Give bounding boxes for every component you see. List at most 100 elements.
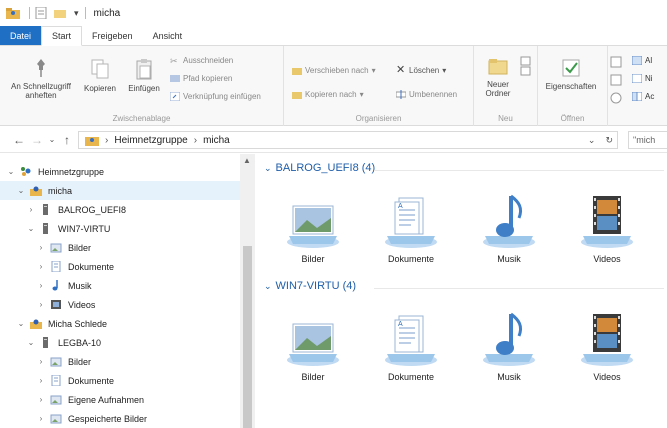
nav-tree-item[interactable]: › Musik bbox=[0, 276, 92, 295]
nav-tree-label: Videos bbox=[68, 299, 96, 310]
copy-button[interactable]: Kopieren bbox=[80, 58, 120, 93]
delete-x-icon: ✕ bbox=[396, 64, 406, 76]
music-folder-icon bbox=[483, 312, 535, 366]
recent-locations-chevron-icon[interactable]: ⌄ bbox=[46, 135, 58, 144]
chevron-right-icon[interactable]: › bbox=[36, 243, 46, 252]
invert-selection-button[interactable]: Ac bbox=[632, 92, 654, 101]
chevron-right-icon[interactable]: › bbox=[36, 357, 46, 366]
chevron-down-icon[interactable]: ⌄ bbox=[26, 224, 36, 233]
nav-tree-item[interactable]: › Bilder bbox=[0, 238, 91, 257]
forward-arrow-icon[interactable]: → bbox=[28, 133, 46, 147]
folder-tile[interactable]: Bilder bbox=[270, 310, 356, 382]
nav-tree-item[interactable]: › Videos bbox=[0, 295, 96, 314]
music-folder-icon bbox=[483, 194, 535, 248]
chevron-right-icon[interactable]: › bbox=[26, 205, 36, 214]
back-arrow-icon[interactable]: ← bbox=[10, 133, 28, 147]
folder-tile[interactable]: Musik bbox=[466, 192, 552, 264]
folder-tile[interactable]: A Dokumente bbox=[368, 310, 454, 382]
breadcrumb-homegroup[interactable]: Heimnetzgruppe bbox=[114, 135, 187, 146]
new-folder-quick-icon[interactable] bbox=[53, 7, 67, 19]
folder-tile[interactable]: A Dokumente bbox=[368, 192, 454, 264]
address-dropdown-icon[interactable]: ⌄ bbox=[588, 135, 596, 146]
nav-tree-item[interactable]: › BALROG_UEFI8 bbox=[0, 200, 126, 219]
tab-share[interactable]: Freigeben bbox=[82, 26, 143, 45]
properties-icon[interactable] bbox=[34, 7, 48, 19]
tab-file[interactable]: Datei bbox=[0, 26, 42, 45]
chevron-down-icon[interactable]: ⌄ bbox=[264, 163, 272, 174]
group-header[interactable]: ⌄ WIN7-VIRTU (4) bbox=[264, 280, 664, 292]
folder-tile[interactable]: Videos bbox=[564, 192, 650, 264]
history-icon[interactable] bbox=[610, 92, 622, 104]
address-actions: ⌄ ↻ bbox=[588, 135, 613, 146]
new-item-icon[interactable] bbox=[520, 56, 532, 76]
folder-tile[interactable]: Videos bbox=[564, 310, 650, 382]
ribbon: An Schnellzugriff anheften Kopieren Einf… bbox=[0, 46, 667, 126]
move-to-button[interactable]: Verschieben nach ▾ bbox=[292, 66, 376, 75]
rename-button[interactable]: Umbenennen bbox=[396, 90, 457, 99]
chevron-down-icon[interactable]: ⌄ bbox=[6, 167, 16, 176]
chevron-right-icon[interactable]: › bbox=[36, 300, 46, 309]
paste-label: Einfügen bbox=[128, 84, 160, 93]
title-separator bbox=[29, 7, 30, 19]
nav-tree-item[interactable]: ⌄ micha bbox=[0, 181, 240, 200]
organize-group-label: Organisieren bbox=[355, 114, 402, 123]
new-folder-button[interactable]: Neuer Ordner bbox=[478, 56, 518, 98]
tab-view[interactable]: Ansicht bbox=[143, 26, 193, 45]
refresh-icon[interactable]: ↻ bbox=[605, 135, 613, 146]
videos-folder-icon bbox=[581, 314, 633, 366]
select-none-button[interactable]: Ni bbox=[632, 74, 653, 83]
nav-tree-item[interactable]: › Eigene Aufnahmen bbox=[0, 390, 144, 409]
pin-quick-access-button[interactable]: An Schnellzugriff anheften bbox=[6, 58, 76, 100]
chevron-down-icon[interactable]: ⌄ bbox=[264, 281, 272, 292]
chevron-right-icon[interactable]: › bbox=[36, 395, 46, 404]
window-title: micha bbox=[93, 7, 121, 19]
address-box[interactable]: › Heimnetzgruppe › micha ⌄ ↻ bbox=[78, 131, 618, 149]
select-all-button[interactable]: Al bbox=[632, 56, 652, 65]
breadcrumb-micha[interactable]: micha bbox=[203, 135, 230, 146]
nav-tree-item[interactable]: ⌄ Micha Schlede bbox=[0, 314, 107, 333]
chevron-down-icon[interactable]: ⌄ bbox=[16, 186, 26, 195]
nav-tree-item[interactable]: › Gespeicherte Bilder bbox=[0, 409, 147, 428]
nav-tree-item[interactable]: ⌄ Heimnetzgruppe bbox=[0, 162, 104, 181]
properties-check-icon bbox=[562, 59, 580, 77]
copy-to-button[interactable]: Kopieren nach ▾ bbox=[292, 90, 364, 99]
nav-tree-item[interactable]: › Bilder bbox=[0, 352, 91, 371]
open-icon[interactable] bbox=[610, 56, 622, 68]
up-arrow-icon[interactable]: ↑ bbox=[58, 133, 76, 147]
edit-icon[interactable] bbox=[610, 74, 622, 86]
chevron-down-icon[interactable]: ⌄ bbox=[26, 338, 36, 347]
chevron-right-icon[interactable]: › bbox=[36, 262, 46, 271]
search-input[interactable]: "mich bbox=[628, 131, 667, 149]
select-none-label: Ni bbox=[645, 74, 653, 83]
scrollbar-thumb[interactable] bbox=[243, 246, 252, 428]
chevron-right-icon[interactable]: › bbox=[36, 376, 46, 385]
pictures-icon bbox=[50, 395, 62, 405]
chevron-down-icon[interactable]: ⌄ bbox=[16, 319, 26, 328]
cut-button[interactable]: ✂ Ausschneiden bbox=[170, 56, 233, 66]
paste-button[interactable]: Einfügen bbox=[124, 58, 164, 93]
address-bar-row: ← → ⌄ ↑ › Heimnetzgruppe › micha ⌄ ↻ "mi… bbox=[0, 127, 667, 153]
tab-start[interactable]: Start bbox=[41, 26, 83, 46]
folder-tile[interactable]: Bilder bbox=[270, 192, 356, 264]
folder-tile-label: Musik bbox=[497, 372, 521, 382]
group-header[interactable]: ⌄ BALROG_UEFI8 (4) bbox=[264, 162, 664, 174]
content-pane: ⌄ BALROG_UEFI8 (4) Bilder A Dokumente Musik Vi… bbox=[256, 154, 667, 428]
copy-path-button[interactable]: Pfad kopieren bbox=[170, 74, 232, 83]
nav-tree-item[interactable]: ⌄ LEGBA-10 bbox=[0, 333, 101, 352]
computer-icon bbox=[43, 204, 48, 215]
nav-tree-item[interactable]: ⌄ WIN7-VIRTU bbox=[0, 219, 110, 238]
folder-tile[interactable]: Musik bbox=[466, 310, 552, 382]
nav-tree-item[interactable]: › Dokumente bbox=[0, 371, 114, 390]
nav-tree-item[interactable]: › Dokumente bbox=[0, 257, 114, 276]
delete-button[interactable]: ✕ Löschen ▾ bbox=[396, 64, 446, 76]
chevron-right-icon[interactable]: › bbox=[36, 414, 46, 423]
folder-tile-label: Dokumente bbox=[387, 372, 435, 382]
quick-access-dropdown-icon[interactable]: ▾ bbox=[74, 8, 79, 19]
paste-shortcut-button[interactable]: Verknüpfung einfügen bbox=[170, 92, 261, 101]
chevron-right-icon[interactable]: › bbox=[36, 281, 46, 290]
pictures-icon bbox=[50, 243, 62, 253]
new-group-label: Neu bbox=[498, 114, 513, 123]
nav-scrollbar[interactable]: ▲ bbox=[240, 154, 255, 428]
scroll-up-icon[interactable]: ▲ bbox=[243, 156, 251, 165]
properties-button[interactable]: Eigenschaften bbox=[540, 58, 602, 91]
